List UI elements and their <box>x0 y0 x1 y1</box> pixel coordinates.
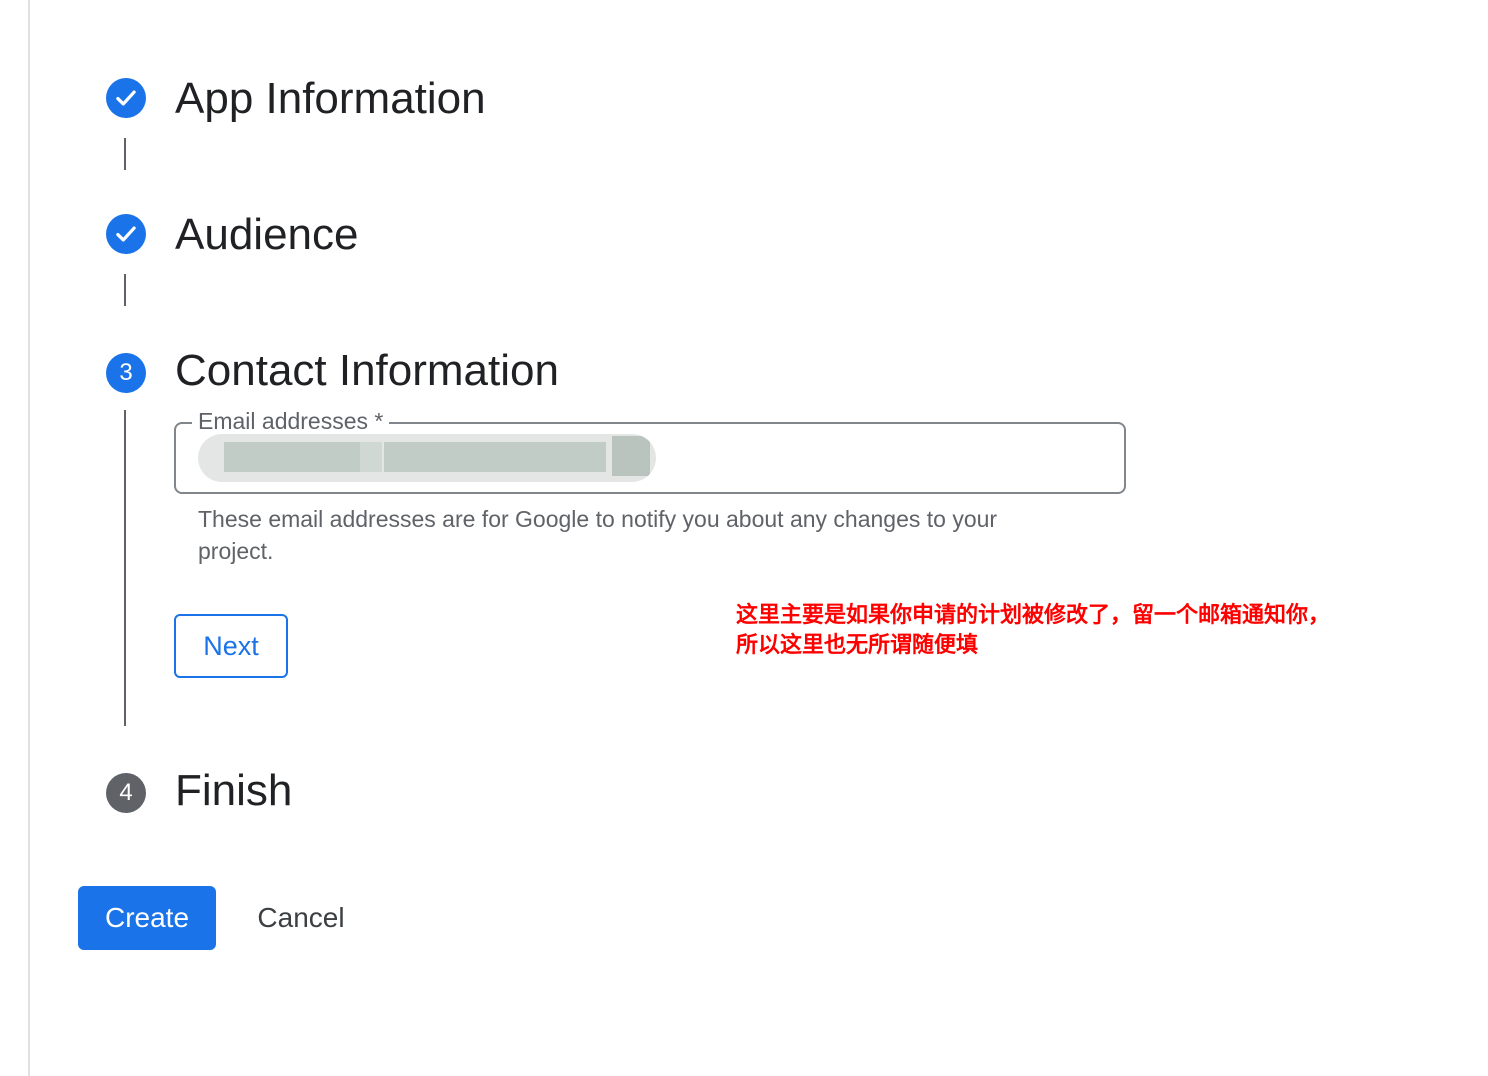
step-connector-1 <box>124 138 126 170</box>
step-3-title: Contact Information <box>175 346 559 395</box>
email-addresses-label: Email addresses * <box>192 407 390 435</box>
step-1-complete-icon <box>106 78 146 118</box>
create-button[interactable]: Create <box>78 886 216 950</box>
step-4-number: 4 <box>119 779 133 806</box>
step-4-number-icon: 4 <box>106 773 146 813</box>
redaction-block <box>612 436 650 476</box>
step-connector-2 <box>124 274 126 306</box>
redaction-block <box>360 442 382 472</box>
email-chip-redacted[interactable] <box>198 434 656 482</box>
step-2-title[interactable]: Audience <box>175 213 358 257</box>
panel-left-border <box>28 0 30 1076</box>
annotation-note: 这里主要是如果你申请的计划被修改了，留一个邮箱通知你， 所以这里也无所谓随便填 <box>736 601 1436 661</box>
check-icon <box>116 226 136 242</box>
cancel-button[interactable]: Cancel <box>236 886 366 950</box>
redaction-block <box>384 442 606 472</box>
step-4-title: Finish <box>175 766 293 815</box>
email-helper-text: These email addresses are for Google to … <box>198 506 998 564</box>
step-3-number: 3 <box>119 359 133 386</box>
annotation-line-1: 这里主要是如果你申请的计划被修改了，留一个邮箱通知你， <box>736 603 1331 628</box>
annotation-line-2: 所以这里也无所谓随便填 <box>736 633 979 658</box>
step-3-number-icon: 3 <box>106 353 146 393</box>
next-button[interactable]: Next <box>174 614 288 678</box>
step-connector-3 <box>124 410 126 726</box>
create-oauth-consent-page: App Information Audience 3 Contact Infor… <box>0 0 1488 1076</box>
redaction-block <box>224 442 360 472</box>
step-2-complete-icon <box>106 214 146 254</box>
step-1-title[interactable]: App Information <box>175 77 486 121</box>
check-icon <box>116 90 136 106</box>
